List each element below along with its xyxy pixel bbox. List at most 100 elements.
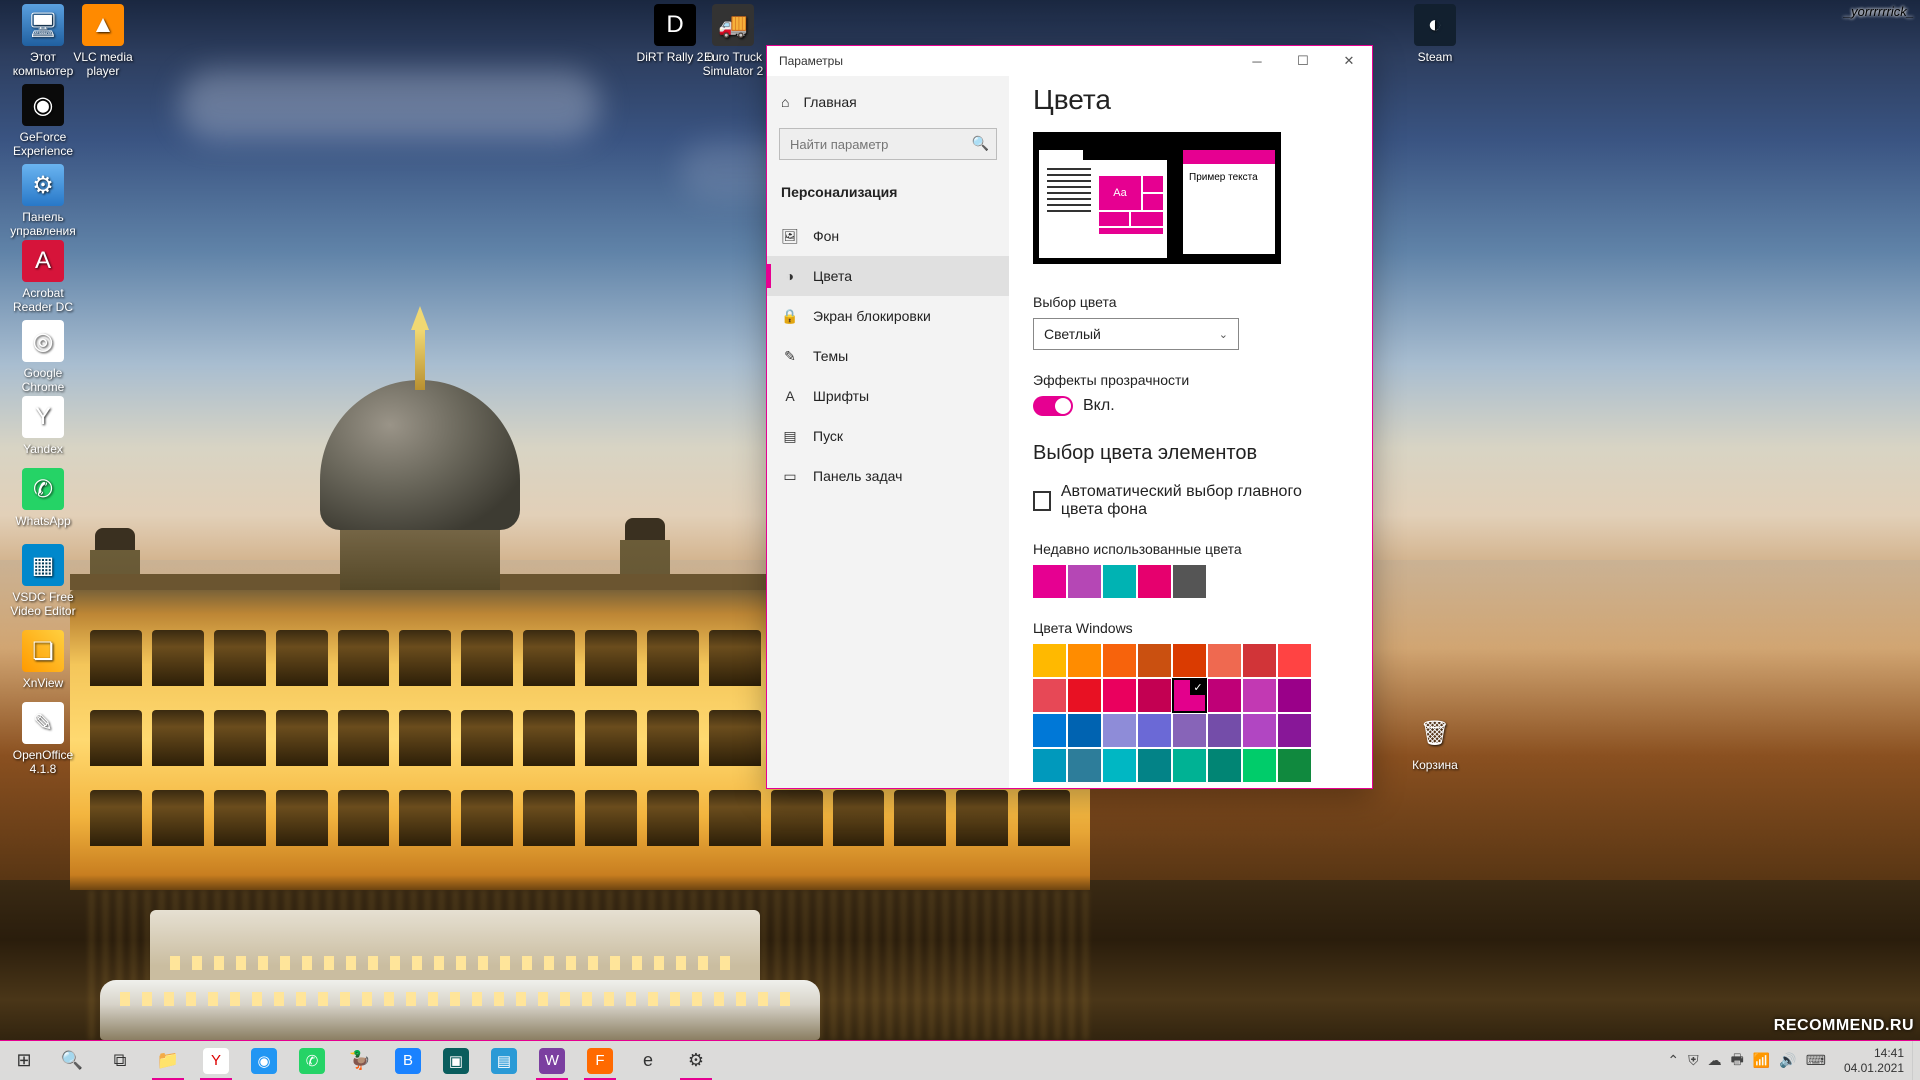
minimize-button[interactable]: ─ <box>1234 46 1280 76</box>
color-swatch[interactable] <box>1243 714 1276 747</box>
color-swatch[interactable] <box>1278 644 1311 677</box>
taskbar-button[interactable]: ▣ <box>432 1041 480 1080</box>
accent-heading: Выбор цвета элементов <box>1033 442 1348 465</box>
color-swatch[interactable] <box>1103 679 1136 712</box>
close-button[interactable]: ✕ <box>1326 46 1372 76</box>
color-swatch[interactable] <box>1243 749 1276 782</box>
color-swatch[interactable] <box>1173 565 1206 598</box>
tray-icon[interactable]: ⛨ <box>1688 1052 1699 1069</box>
settings-window: Параметры ─ ☐ ✕ ⌂ Главная 🔍 Персонализац… <box>766 45 1373 789</box>
color-swatch[interactable] <box>1103 714 1136 747</box>
sidebar-item[interactable]: ◑Цвета <box>767 256 1009 296</box>
desktop-icon[interactable]: ✆WhatsApp <box>4 468 82 528</box>
color-swatch[interactable] <box>1278 749 1311 782</box>
app-label: GeForce Experience <box>4 130 82 159</box>
desktop-icon[interactable]: ▲VLC media player <box>64 4 142 79</box>
tray-icon[interactable]: ⌃ <box>1667 1052 1679 1069</box>
maximize-button[interactable]: ☐ <box>1280 46 1326 76</box>
color-swatch[interactable] <box>1033 679 1066 712</box>
color-swatch[interactable] <box>1138 679 1171 712</box>
tray-icon[interactable]: 📶 <box>1753 1052 1770 1069</box>
transparency-toggle[interactable] <box>1033 396 1073 416</box>
color-swatch[interactable] <box>1138 749 1171 782</box>
color-swatch[interactable] <box>1208 749 1241 782</box>
color-swatch[interactable] <box>1103 644 1136 677</box>
color-preview: Aa Пример текста <box>1033 132 1281 264</box>
taskbar-button[interactable]: Y <box>192 1041 240 1080</box>
sidebar-item[interactable]: ✎Темы <box>767 336 1009 376</box>
dropdown-value: Светлый <box>1044 326 1101 342</box>
color-swatch[interactable] <box>1173 749 1206 782</box>
taskbar-button[interactable]: ⚙ <box>672 1041 720 1080</box>
color-swatch[interactable] <box>1208 679 1241 712</box>
desktop-icon[interactable]: ◎Google Chrome <box>4 320 82 395</box>
color-mode-dropdown[interactable]: Светлый ⌄ <box>1033 318 1239 350</box>
color-swatch[interactable] <box>1173 714 1206 747</box>
color-swatch[interactable] <box>1138 565 1171 598</box>
show-desktop-button[interactable] <box>1912 1041 1920 1080</box>
color-swatch[interactable] <box>1208 644 1241 677</box>
desktop-icon[interactable]: ❏XnView <box>4 630 82 690</box>
color-swatch[interactable] <box>1068 714 1101 747</box>
color-swatch[interactable] <box>1138 644 1171 677</box>
taskbar-button[interactable]: ⧉ <box>96 1041 144 1080</box>
color-swatch[interactable] <box>1138 714 1171 747</box>
sidebar-home[interactable]: ⌂ Главная <box>767 84 1009 120</box>
nav-label: Панель задач <box>813 468 902 484</box>
taskbar-button[interactable]: ◉ <box>240 1041 288 1080</box>
desktop-icon[interactable]: ⚙Панель управления <box>4 164 82 239</box>
sidebar-item[interactable]: 🖼Фон <box>767 216 1009 256</box>
tray-icon[interactable]: 🖶 <box>1731 1049 1744 1073</box>
sidebar-item[interactable]: AШрифты <box>767 376 1009 416</box>
color-swatch[interactable] <box>1033 565 1066 598</box>
recent-colors-label: Недавно использованные цвета <box>1033 541 1348 557</box>
color-swatch[interactable] <box>1033 644 1066 677</box>
taskbar-button[interactable]: B <box>384 1041 432 1080</box>
color-swatch[interactable] <box>1033 714 1066 747</box>
desktop-icon[interactable]: YYandex <box>4 396 82 456</box>
tray-icon[interactable]: ⌨ <box>1806 1052 1826 1069</box>
color-swatch[interactable] <box>1068 644 1101 677</box>
taskbar-button[interactable]: F <box>576 1041 624 1080</box>
color-swatch[interactable] <box>1068 679 1101 712</box>
taskbar-button[interactable]: ✆ <box>288 1041 336 1080</box>
taskbar-button[interactable]: e <box>624 1041 672 1080</box>
desktop-icon[interactable]: ◐Steam <box>1396 4 1474 64</box>
color-swatch[interactable] <box>1103 749 1136 782</box>
desktop-icon[interactable]: 🗑Корзина <box>1396 712 1474 772</box>
color-swatch[interactable] <box>1068 749 1101 782</box>
taskbar-button[interactable]: 📁 <box>144 1041 192 1080</box>
taskbar-clock[interactable]: 14:41 04.01.2021 <box>1836 1046 1912 1075</box>
sidebar-item[interactable]: 🔒Экран блокировки <box>767 296 1009 336</box>
desktop-icon[interactable]: 🚚Euro Truck Simulator 2 <box>694 4 772 79</box>
taskbar-button[interactable]: 🦆 <box>336 1041 384 1080</box>
desktop-icon[interactable]: ◉GeForce Experience <box>4 84 82 159</box>
color-swatch[interactable] <box>1278 714 1311 747</box>
sidebar-item[interactable]: ▭ Панель задач <box>767 456 1009 496</box>
desktop-icon[interactable]: ✎OpenOffice 4.1.8 <box>4 702 82 777</box>
color-swatch[interactable] <box>1173 679 1206 712</box>
search-input[interactable] <box>779 128 997 160</box>
taskbar-button[interactable]: ⊞ <box>0 1041 48 1080</box>
tray-icon[interactable]: 🔊 <box>1779 1052 1796 1069</box>
nav-icon: ▭ <box>781 467 799 485</box>
titlebar[interactable]: Параметры ─ ☐ ✕ <box>767 46 1372 76</box>
taskbar-button[interactable]: ▤ <box>480 1041 528 1080</box>
color-swatch[interactable] <box>1033 749 1066 782</box>
color-swatch[interactable] <box>1208 714 1241 747</box>
color-swatch[interactable] <box>1278 679 1311 712</box>
taskbar-button[interactable]: W <box>528 1041 576 1080</box>
auto-color-checkbox[interactable]: Автоматический выбор главного цвета фона <box>1033 483 1348 519</box>
color-swatch[interactable] <box>1243 644 1276 677</box>
home-icon: ⌂ <box>781 94 789 110</box>
color-swatch[interactable] <box>1173 644 1206 677</box>
tray-icon[interactable]: ☁ <box>1708 1052 1722 1069</box>
color-swatch[interactable] <box>1068 565 1101 598</box>
desktop-icon[interactable]: AAcrobat Reader DC <box>4 240 82 315</box>
taskbar-button[interactable]: 🔍 <box>48 1041 96 1080</box>
mode-label: Выбор цвета <box>1033 294 1348 310</box>
color-swatch[interactable] <box>1103 565 1136 598</box>
sidebar-item[interactable]: ▤Пуск <box>767 416 1009 456</box>
desktop-icon[interactable]: ▦VSDC Free Video Editor <box>4 544 82 619</box>
color-swatch[interactable] <box>1243 679 1276 712</box>
